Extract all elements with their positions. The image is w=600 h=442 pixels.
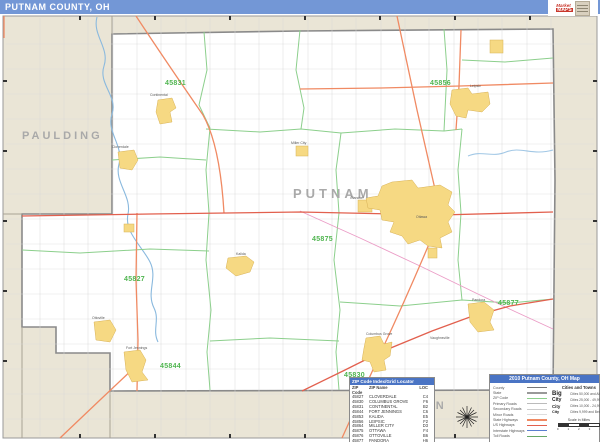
scale-tick: 0 [557,427,559,431]
legend-line-sample [527,419,547,420]
map-page: PAULDINGPUTNAMALLEN458314585645875458274… [0,0,600,442]
scale-tick: 3 [589,427,591,431]
legend-line-label: Secondary Roads [493,407,527,411]
scale-segment [589,424,599,427]
scale-bar-block: Scale in Miles 01234 [552,418,600,431]
legend-line-label: Minor Roads [493,413,527,417]
legend-cities: Cities and Towns BigCities 50,000 and Ab… [552,385,600,439]
city-class-symbol: City [552,397,568,403]
zip-index-rows: 45827CLOVERDALEC445830COLUMBUS GROVEF645… [350,395,434,442]
legend-line-label: Toll Roads [493,434,527,438]
legend-line-sample [527,398,547,399]
city-classes: BigCities 50,000 and AboveCityCities 25,… [552,391,600,415]
city-class-range: Cities 50,000 and Above [570,392,600,396]
title-bar: PUTNAM COUNTY, OH [0,0,600,14]
city-class-range: Cities 10,000 - 24,999 [570,404,600,408]
legend-line-label: Primary Roads [493,402,527,406]
legend-line-symbols: CountyStateZIP Code Primary RoadsSecondar… [493,385,549,439]
city-class-range: Cities 25,000 - 49,999 [570,398,600,402]
legend-title: 2010 Putnam County, OH Map [490,375,599,383]
legend-line-sample [527,403,547,404]
legend-line-sample [527,414,547,415]
legend-line-label: Interstate Highways [493,429,527,433]
map-title: PUTNAM COUNTY, OH [5,2,110,12]
legend-line-sample [527,430,547,431]
legend-line-label: County [493,386,527,390]
scale-segment [569,424,579,427]
scale-label: Scale in Miles [552,418,600,422]
marketmaps-logo: Market MAPS [548,0,598,16]
legend-line-label: State [493,391,527,395]
legend-line-sample [527,409,547,410]
cities-header: Cities and Towns [552,385,600,390]
city-class-symbol: City [552,404,568,409]
city-class-range: Cities 9,999 and Below [570,410,600,414]
map-legend: 2010 Putnam County, OH Map CountyStateZI… [489,374,600,442]
scale-ticks: 01234 [557,427,600,431]
legend-row-toll-roads: Toll Roads [493,434,549,439]
legend-line-sample [527,436,547,437]
legend-line-sample [527,387,547,388]
zip-index-table: ZIP Code Index/Grid Locator ZIP Code ZIP… [349,377,435,442]
logo-card-icon [575,1,590,16]
city-class-row: CityCities 9,999 and Below [552,409,600,415]
legend-line-label: US Highways [493,423,527,427]
scale-tick: 1 [567,427,569,431]
legend-line-label: ZIP Code [493,396,527,400]
legend-line-sample [527,425,547,426]
legend-line-sample [527,392,547,393]
zip-index-title: ZIP Code Index/Grid Locator [350,378,434,385]
legend-line-label: State Highways [493,418,527,422]
logo-text: Market MAPS [556,4,572,12]
scale-tick: 2 [578,427,580,431]
scale-segment [579,424,589,427]
scale-segment [559,424,569,427]
city-class-symbol: City [552,410,568,414]
